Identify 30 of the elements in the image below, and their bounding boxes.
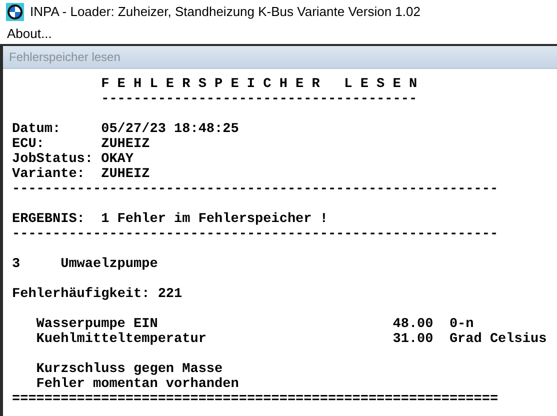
field-value: 1 Fehler im Fehlerspeicher ! bbox=[101, 212, 328, 227]
separator-line: ------------------------------------------------------------ bbox=[12, 182, 498, 197]
child-window-title: Fehlerspeicher lesen bbox=[9, 49, 120, 66]
menu-item[interactable]: About... bbox=[7, 24, 52, 44]
field-label: Datum: bbox=[12, 122, 62, 137]
measure-value: 48.00 bbox=[392, 317, 434, 332]
field-label: ERGEBNIS: bbox=[12, 212, 86, 227]
report-heading: F E H L E R S P E I C H E R L E S E N bbox=[101, 77, 418, 92]
field-value: ZUHEIZ bbox=[101, 137, 150, 152]
measure-name: Kuehlmitteltemperatur bbox=[36, 332, 208, 347]
fault-name: Umwaelzpumpe bbox=[60, 257, 158, 272]
measure-name: Wasserpumpe EIN bbox=[36, 317, 159, 332]
fault-note: Kurzschluss gegen Masse bbox=[36, 362, 223, 377]
measure-value: 31.00 bbox=[392, 332, 434, 347]
field-label: ECU: bbox=[12, 137, 46, 152]
field-value: ZUHEIZ bbox=[101, 167, 150, 182]
field-label: Variante: bbox=[12, 167, 86, 182]
app-logo-icon bbox=[6, 3, 24, 21]
separator-line: ============================================================ bbox=[12, 392, 498, 407]
report-text: Fehlerhäufigkeit: 221 bbox=[12, 287, 182, 302]
measure-unit: Grad Celsius bbox=[449, 332, 547, 347]
field-label: JobStatus: bbox=[12, 152, 94, 167]
fault-code: 3 bbox=[12, 257, 22, 272]
measure-unit: 0-n bbox=[449, 317, 474, 332]
report-heading: --------------------------------------- bbox=[101, 92, 418, 107]
field-value: OKAY bbox=[101, 152, 134, 167]
separator-line: ------------------------------------------------------------ bbox=[12, 227, 498, 242]
field-value: 05/27/23 18:48:25 bbox=[101, 122, 239, 137]
fault-note: Fehler momentan vorhanden bbox=[36, 377, 239, 392]
window-title: INPA - Loader: Zuheizer, Standheizung K-Bus Variante Version 1.02 bbox=[30, 3, 420, 22]
